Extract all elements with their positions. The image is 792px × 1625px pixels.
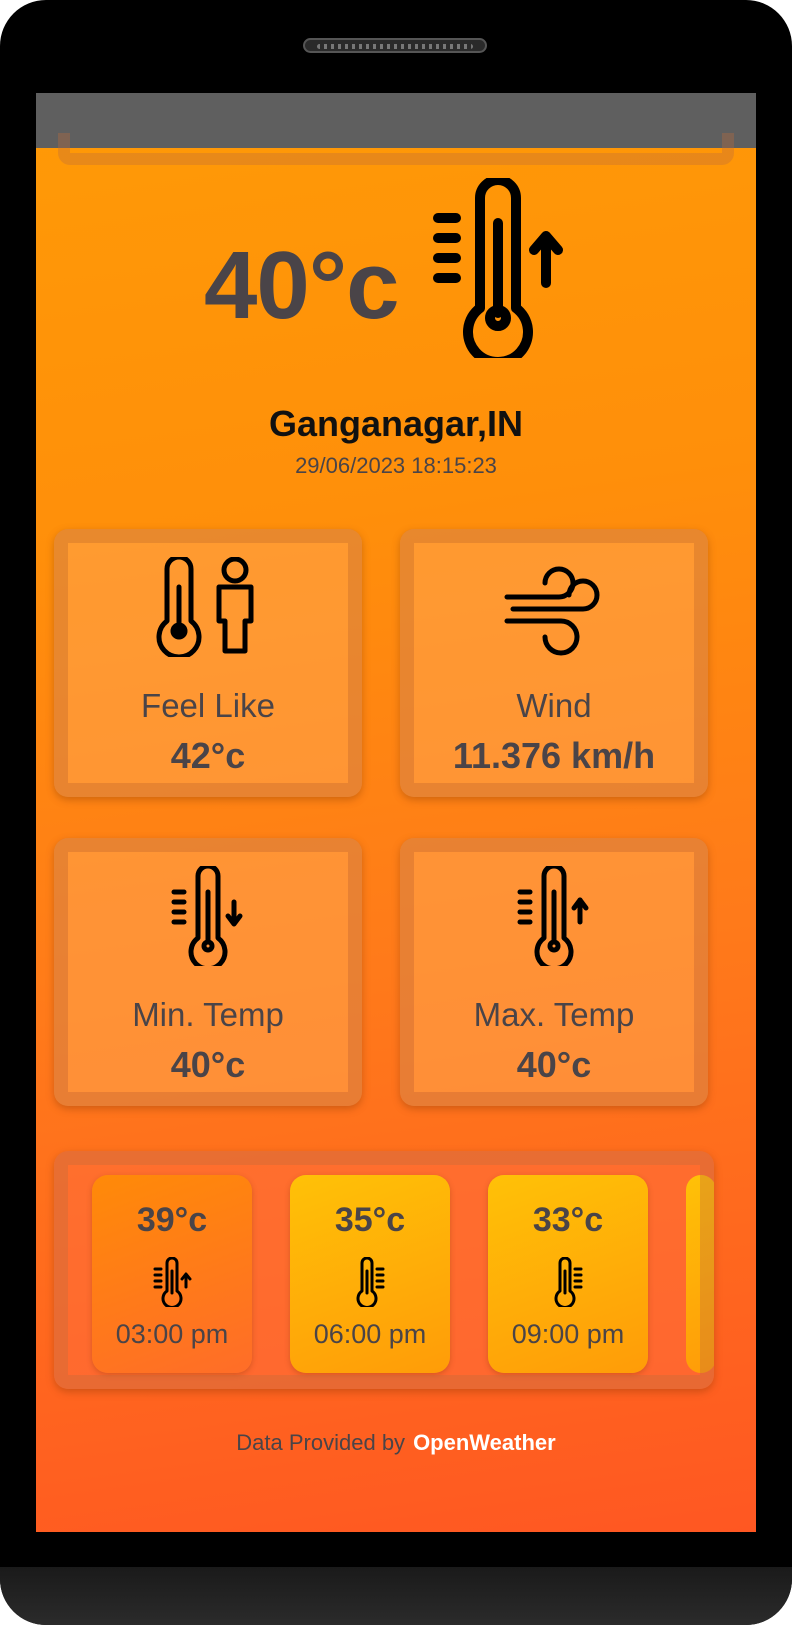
thermometer-person-icon: [156, 557, 254, 657]
forecast-time: 09:00 pm: [511, 1319, 625, 1349]
tile-label: Min. Temp: [132, 996, 284, 1033]
search-card-edge: [58, 133, 734, 165]
tile-value: 42°c: [170, 735, 246, 776]
min-temp-card: Min. Temp 40°c: [54, 838, 362, 1106]
tile-value: 11.376 km/h: [452, 735, 656, 776]
tile-value: 40°c: [516, 1044, 592, 1085]
thermometer-icon: [356, 1257, 385, 1307]
app-screen: 40°c Ganganagar,IN 29/06/2023 18:15:23 F…: [36, 93, 756, 1532]
forecast-temp: 35°c: [334, 1201, 406, 1239]
current-weather: 40°c: [36, 178, 756, 373]
hourly-forecast[interactable]: 39°c 03:00 pm 35°c 06:00 pm 33°c 09:00 p…: [54, 1151, 714, 1389]
forecast-card[interactable]: 39°c 03:00 pm: [92, 1175, 252, 1373]
forecast-card[interactable]: 35°c 06:00 pm: [290, 1175, 450, 1373]
current-temperature: 40°c: [204, 232, 400, 339]
city-name: Ganganagar,IN: [268, 403, 524, 444]
thermometer-rising-icon: [433, 178, 563, 358]
thermometer-up-icon: [153, 1257, 192, 1307]
tile-value: 40°c: [170, 1044, 246, 1085]
tile-label: Max. Temp: [473, 996, 635, 1033]
phone-bottom-bezel: [0, 1567, 792, 1625]
forecast-temp: 39°c: [136, 1201, 208, 1239]
wind-card: Wind 11.376 km/h: [400, 529, 708, 797]
thermometer-down-icon: [171, 866, 243, 966]
attribution-text: Data Provided by: [236, 1430, 406, 1455]
timestamp: 29/06/2023 18:15:23: [295, 453, 497, 478]
forecast-time: 06:00 pm: [313, 1319, 427, 1349]
tile-label: Wind: [516, 687, 592, 724]
tile-label: Feel Like: [141, 687, 275, 724]
max-temp-card: Max. Temp 40°c: [400, 838, 708, 1106]
feels-like-card: Feel Like 42°c: [54, 529, 362, 797]
thermometer-up-icon: [517, 866, 589, 966]
openweather-link[interactable]: OpenWeather: [413, 1430, 556, 1455]
wind-icon: [504, 566, 600, 656]
thermometer-icon: [554, 1257, 583, 1307]
data-attribution: Data Provided by OpenWeather: [36, 1430, 756, 1456]
forecast-card-partial[interactable]: [686, 1175, 714, 1373]
forecast-time: 03:00 pm: [115, 1319, 229, 1349]
phone-frame: 40°c Ganganagar,IN 29/06/2023 18:15:23 F…: [0, 0, 792, 1625]
phone-speaker: [303, 38, 487, 53]
forecast-card[interactable]: 33°c 09:00 pm: [488, 1175, 648, 1373]
forecast-temp: 33°c: [532, 1201, 604, 1239]
